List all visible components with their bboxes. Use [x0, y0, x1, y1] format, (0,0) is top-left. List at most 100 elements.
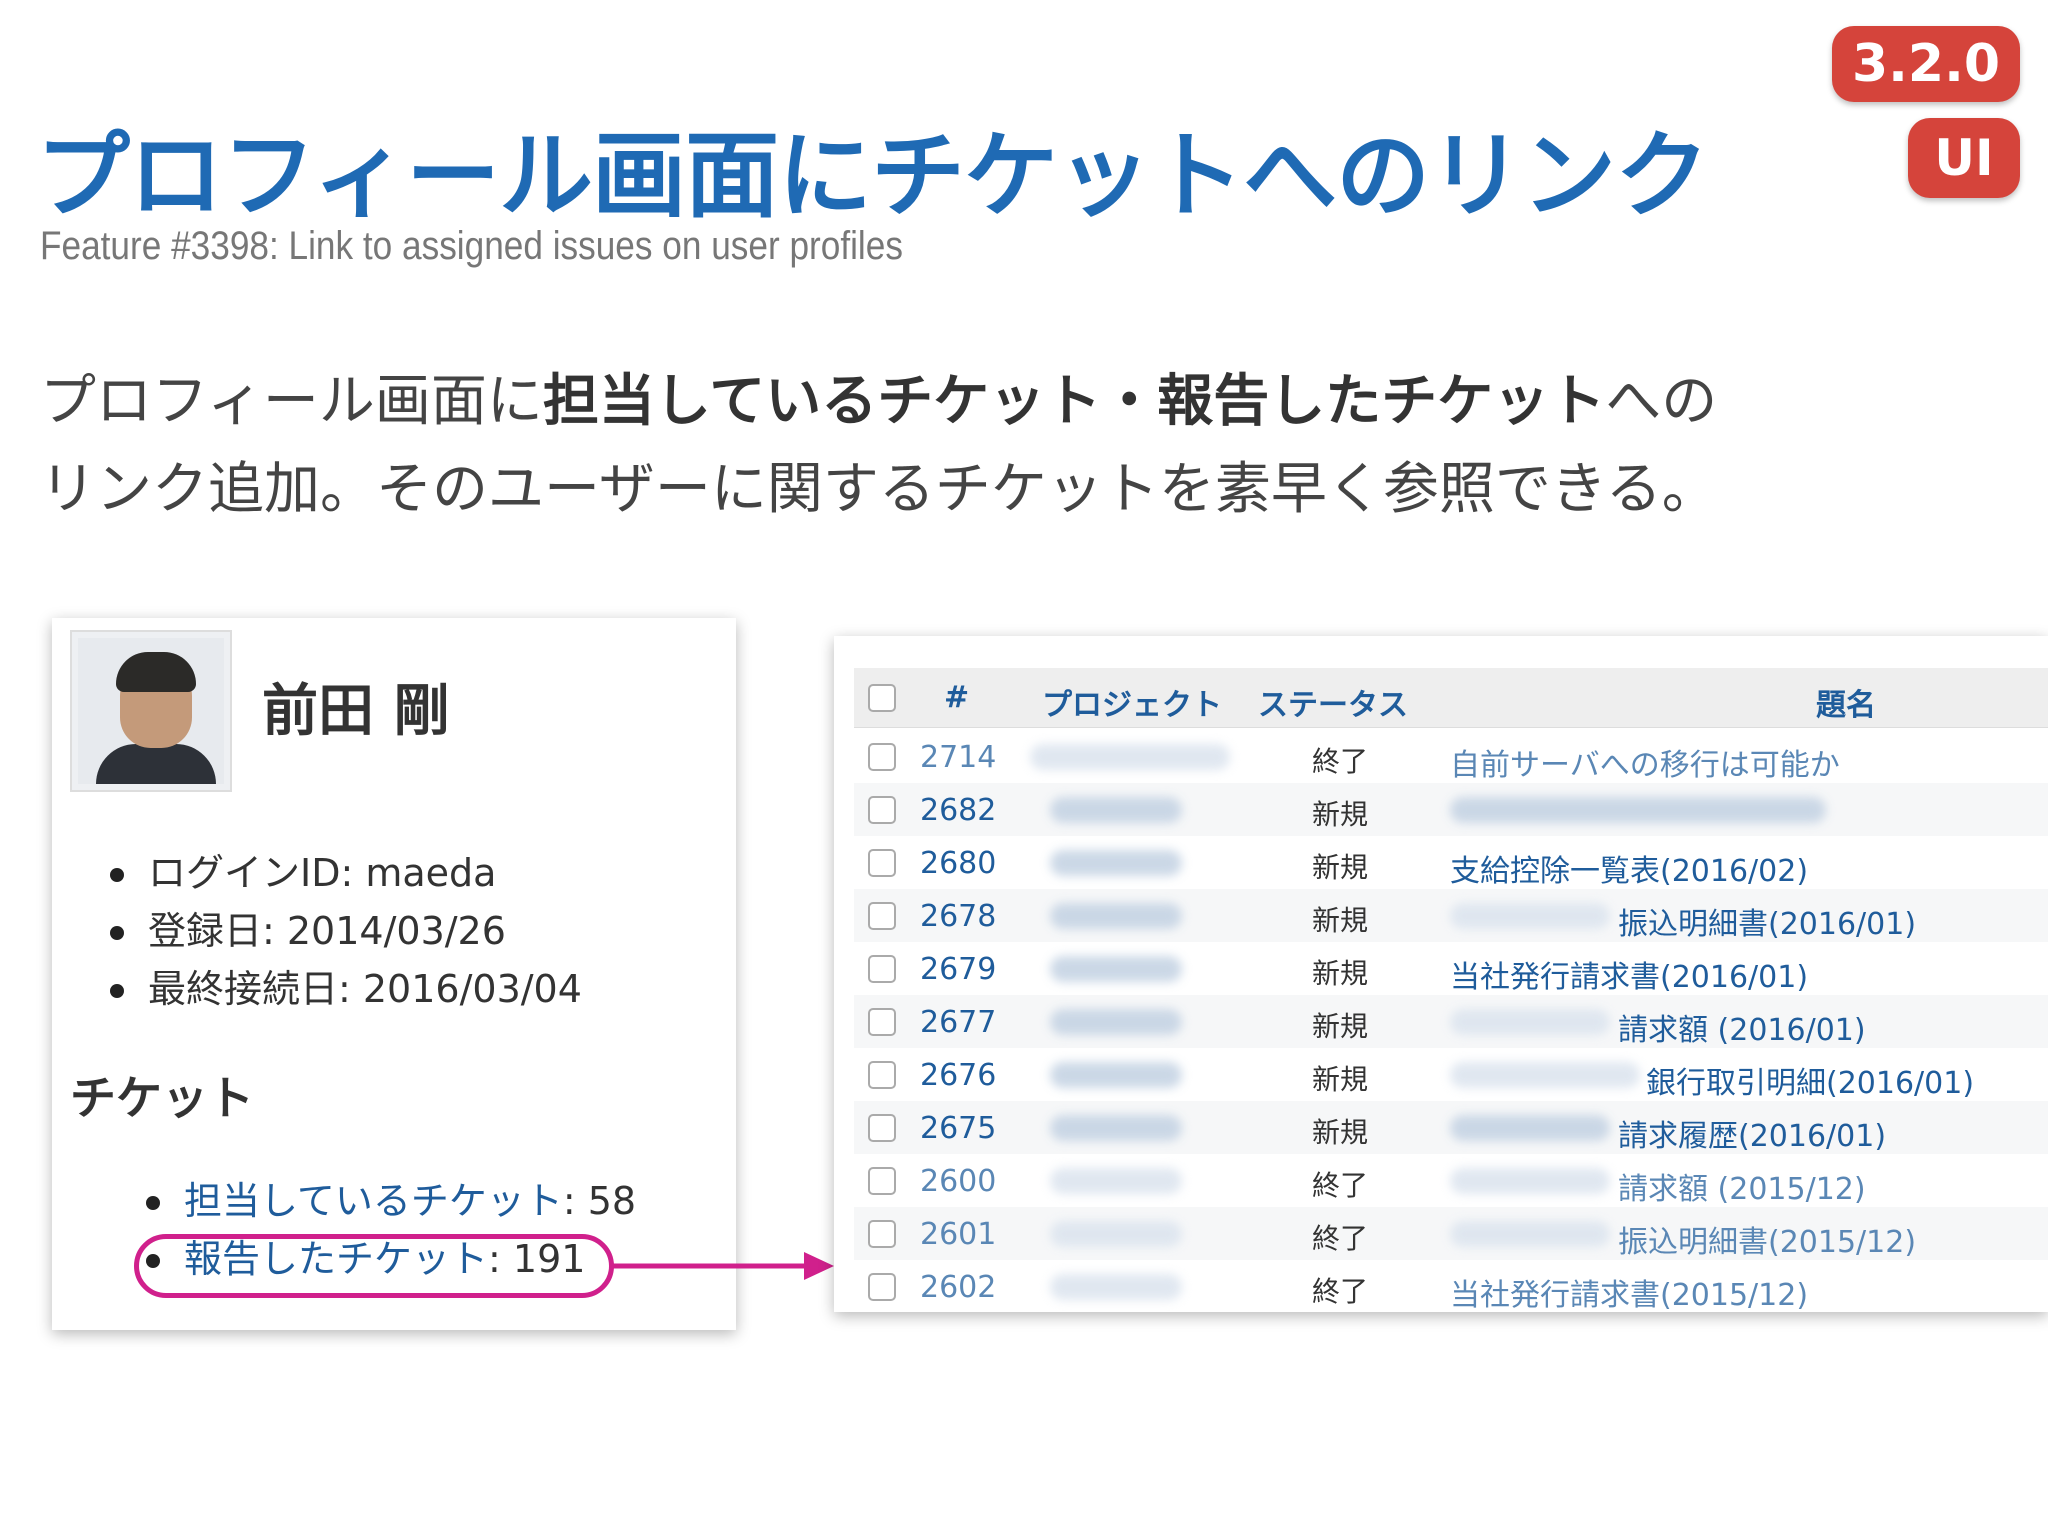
- row-checkbox[interactable]: [868, 1008, 896, 1036]
- project-redacted: [1050, 850, 1182, 876]
- project-redacted: [1050, 797, 1182, 823]
- tickets-heading: チケット: [70, 1071, 254, 1125]
- issue-status: 新規: [1312, 904, 1369, 937]
- subject-redacted: [1450, 1221, 1610, 1247]
- issue-subject-link[interactable]: 自前サーバへの移行は可能か: [1450, 740, 1840, 784]
- subject-redacted: [1450, 797, 1826, 823]
- issues-table: # プロジェクト ステータス 題名 2714 終了 自前サーバへの移行は可能か …: [834, 636, 2048, 1312]
- arrow-icon: [612, 1252, 834, 1280]
- issue-subject-link[interactable]: 振込明細書(2016/01): [1618, 899, 1916, 943]
- info-registered-date: 登録日: 2014/03/26: [110, 902, 582, 960]
- issues-table-header: # プロジェクト ステータス 題名: [854, 668, 2048, 728]
- issue-status: 終了: [1312, 1169, 1369, 1202]
- issue-status: 新規: [1312, 1010, 1369, 1043]
- project-redacted: [1050, 1062, 1182, 1088]
- table-row[interactable]: 2679 新規 当社発行請求書(2016/01): [854, 942, 2048, 995]
- issue-status: 新規: [1312, 798, 1369, 831]
- subject-redacted: [1450, 1168, 1610, 1194]
- table-row[interactable]: 2675 新規 請求履歴(2016/01): [854, 1101, 2048, 1154]
- row-checkbox[interactable]: [868, 902, 896, 930]
- issue-status: 新規: [1312, 1116, 1369, 1149]
- avatar: [70, 630, 232, 792]
- table-row[interactable]: 2682 新規: [854, 783, 2048, 836]
- table-row[interactable]: 2677 新規 請求額 (2016/01): [854, 995, 2048, 1048]
- issue-status: 終了: [1312, 1275, 1369, 1308]
- issue-id-link[interactable]: 2675: [920, 1111, 996, 1146]
- row-checkbox[interactable]: [868, 1273, 896, 1301]
- profile-info-list: ログインID: maeda 登録日: 2014/03/26 最終接続日: 201…: [110, 844, 582, 1018]
- table-row[interactable]: 2678 新規 振込明細書(2016/01): [854, 889, 2048, 942]
- issue-subject-link[interactable]: 支給控除一覧表(2016/02): [1450, 846, 1808, 890]
- issue-id-link[interactable]: 2682: [920, 793, 996, 828]
- issue-status: 新規: [1312, 851, 1369, 884]
- issue-status: 新規: [1312, 957, 1369, 990]
- issue-subject-link[interactable]: 請求履歴(2016/01): [1618, 1111, 1886, 1155]
- subject-redacted: [1450, 903, 1610, 929]
- row-checkbox[interactable]: [868, 1114, 896, 1142]
- row-checkbox[interactable]: [868, 743, 896, 771]
- project-redacted: [1050, 1115, 1182, 1141]
- project-redacted: [1050, 956, 1182, 982]
- subject-redacted: [1450, 1062, 1640, 1088]
- issue-subject-link[interactable]: 当社発行請求書(2015/12): [1450, 1270, 1808, 1312]
- description-line-1: プロフィール画面に担当しているチケット・報告したチケットへの: [40, 369, 1718, 434]
- project-redacted: [1050, 1168, 1182, 1194]
- row-checkbox[interactable]: [868, 1167, 896, 1195]
- profile-card: 前田 剛 ログインID: maeda 登録日: 2014/03/26 最終接続日…: [52, 618, 736, 1330]
- issue-id-link[interactable]: 2678: [920, 899, 996, 934]
- column-header-subject[interactable]: 題名: [1816, 680, 1876, 724]
- table-row[interactable]: 2601 終了 振込明細書(2015/12): [854, 1207, 2048, 1260]
- row-checkbox[interactable]: [868, 1061, 896, 1089]
- project-redacted: [1050, 1274, 1182, 1300]
- row-checkbox[interactable]: [868, 849, 896, 877]
- assigned-tickets-count: : 58: [562, 1179, 637, 1223]
- issue-id-link[interactable]: 2601: [920, 1217, 996, 1252]
- issue-status: 終了: [1312, 1222, 1369, 1255]
- assigned-tickets-link[interactable]: 担当しているチケット: [184, 1179, 563, 1223]
- table-row[interactable]: 2714 終了 自前サーバへの移行は可能か: [854, 730, 2048, 783]
- table-row[interactable]: 2676 新規 銀行取引明細(2016/01): [854, 1048, 2048, 1101]
- row-checkbox[interactable]: [868, 955, 896, 983]
- issue-id-link[interactable]: 2680: [920, 846, 996, 881]
- issue-status: 終了: [1312, 745, 1369, 778]
- issue-subject-link[interactable]: 振込明細書(2015/12): [1618, 1217, 1916, 1261]
- issue-subject-link[interactable]: 請求額 (2016/01): [1618, 1005, 1866, 1049]
- issue-id-link[interactable]: 2676: [920, 1058, 996, 1093]
- highlight-ring: [134, 1234, 614, 1298]
- issue-subject-link[interactable]: 当社発行請求書(2016/01): [1450, 952, 1808, 996]
- issue-status: 新規: [1312, 1063, 1369, 1096]
- table-row[interactable]: 2680 新規 支給控除一覧表(2016/02): [854, 836, 2048, 889]
- avatar-image: [78, 638, 224, 784]
- slide-subtitle: Feature #3398: Link to assigned issues o…: [40, 224, 903, 268]
- issue-subject-link[interactable]: 請求額 (2015/12): [1618, 1164, 1866, 1208]
- row-checkbox[interactable]: [868, 796, 896, 824]
- issue-id-link[interactable]: 2679: [920, 952, 996, 987]
- select-all-checkbox[interactable]: [868, 684, 896, 712]
- slide-title: プロフィール画面にチケットへのリンク: [36, 122, 1709, 231]
- issue-id-link[interactable]: 2714: [920, 740, 996, 775]
- info-login-id: ログインID: maeda: [110, 844, 582, 902]
- version-badge: 3.2.0: [1832, 26, 2020, 102]
- project-redacted: [1050, 903, 1182, 929]
- issue-id-link[interactable]: 2602: [920, 1270, 996, 1305]
- row-checkbox[interactable]: [868, 1220, 896, 1248]
- table-row[interactable]: 2602 終了 当社発行請求書(2015/12): [854, 1260, 2048, 1312]
- subject-redacted: [1450, 1009, 1610, 1035]
- assigned-tickets-item: 担当しているチケット: 58: [145, 1172, 637, 1230]
- issue-subject-link[interactable]: 銀行取引明細(2016/01): [1646, 1058, 1974, 1102]
- project-redacted: [1050, 1221, 1182, 1247]
- issue-id-link[interactable]: 2677: [920, 1005, 996, 1040]
- info-last-connection: 最終接続日: 2016/03/04: [110, 960, 582, 1018]
- column-header-status[interactable]: ステータス: [1258, 680, 1408, 724]
- project-redacted: [1030, 744, 1230, 770]
- description-line-2: リンク追加。そのユーザーに関するチケットを素早く参照できる。: [40, 457, 1718, 522]
- table-row[interactable]: 2600 終了 請求額 (2015/12): [854, 1154, 2048, 1207]
- subject-redacted: [1450, 1115, 1610, 1141]
- issue-id-link[interactable]: 2600: [920, 1164, 996, 1199]
- profile-name: 前田 剛: [262, 679, 450, 744]
- description: プロフィール画面に担当しているチケット・報告したチケットへの リンク追加。そのユ…: [40, 358, 1940, 534]
- category-badge: UI: [1908, 118, 2020, 198]
- column-header-project[interactable]: プロジェクト: [1042, 680, 1222, 724]
- project-redacted: [1050, 1009, 1182, 1035]
- column-header-id[interactable]: #: [944, 680, 969, 715]
